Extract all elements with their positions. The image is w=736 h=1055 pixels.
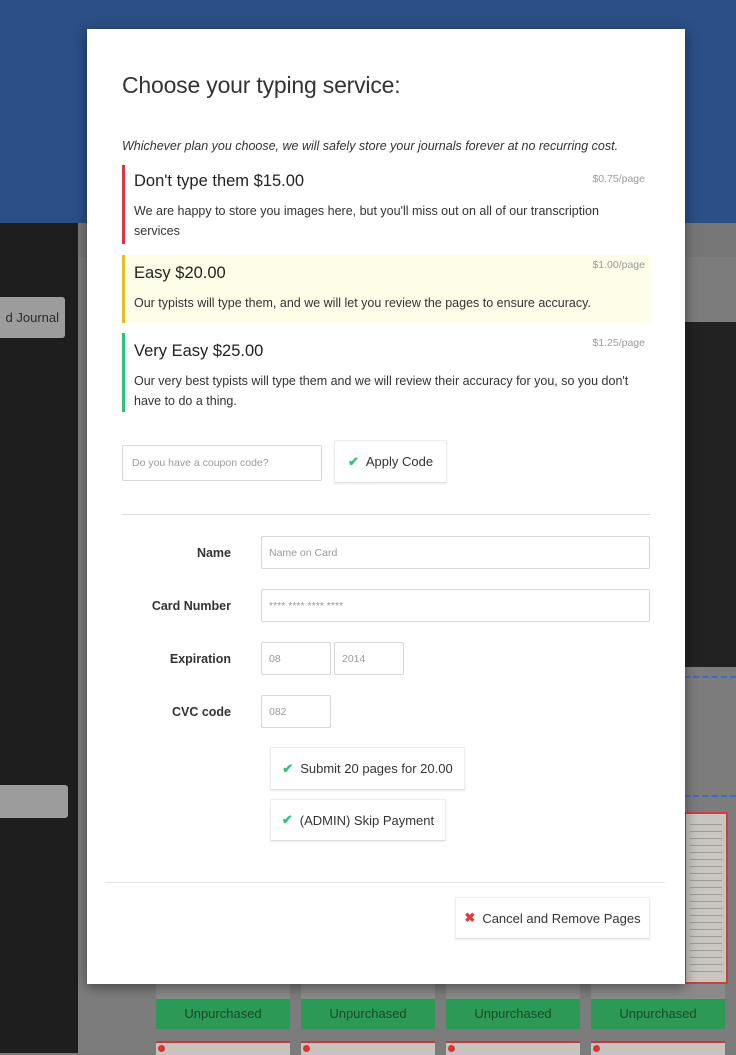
plan-description: Our typists will type them, and we will …	[134, 296, 591, 310]
cvc-label: CVC code	[171, 705, 231, 719]
plan-description: We are happy to store you images here, b…	[134, 204, 599, 238]
typing-service-modal: Choose your typing service: Whichever pl…	[87, 29, 685, 984]
plan-rate: $1.00/page	[592, 259, 645, 271]
expiration-year-field[interactable]	[334, 642, 404, 675]
plan-rate: $1.25/page	[592, 337, 645, 349]
close-icon: ✖	[464, 910, 476, 925]
dropzone-border-top	[684, 676, 736, 678]
plan-name: Very Easy $25.00	[134, 342, 264, 360]
check-icon: ✔	[347, 453, 359, 469]
app-sidebar	[0, 223, 78, 1053]
admin-skip-payment-button[interactable]: ✔ (ADMIN) Skip Payment	[270, 799, 446, 841]
app-side-panel	[684, 322, 736, 667]
name-label: Name	[196, 546, 231, 560]
card-number-field[interactable]	[261, 589, 650, 622]
submit-payment-button[interactable]: ✔ Submit 20 pages for 20.00	[270, 747, 465, 790]
cancel-remove-pages-button[interactable]: ✖ Cancel and Remove Pages	[455, 897, 650, 939]
check-icon: ✔	[281, 812, 293, 827]
apply-code-button[interactable]: ✔ Apply Code	[334, 440, 447, 483]
unpurchased-badge: Unpurchased	[301, 999, 435, 1029]
submit-payment-label: Submit 20 pages for 20.00	[300, 761, 453, 776]
apply-code-label: Apply Code	[365, 454, 434, 469]
card-number-label: Card Number	[151, 599, 231, 613]
modal-title: Choose your typing service:	[122, 72, 401, 98]
name-on-card-field[interactable]	[261, 536, 650, 569]
page-card-top	[301, 984, 435, 999]
expiration-label: Expiration	[169, 652, 231, 666]
dropzone-border-bottom	[684, 795, 736, 797]
page-card-top	[446, 984, 580, 999]
cvc-field[interactable]	[261, 695, 331, 728]
plan-very-easy[interactable]: $1.25/page Very Easy $25.00 Our very bes…	[122, 333, 651, 412]
admin-skip-payment-label: (ADMIN) Skip Payment	[299, 812, 435, 828]
plan-name: Easy $20.00	[134, 264, 226, 282]
page-thumbnail[interactable]	[684, 812, 728, 984]
cancel-remove-pages-label: Cancel and Remove Pages	[482, 910, 641, 926]
handwriting-lines	[690, 824, 722, 972]
unpurchased-badge: Unpurchased	[591, 999, 725, 1029]
expiration-month-field[interactable]	[261, 642, 331, 675]
plan-dont-type[interactable]: $0.75/page Don't type them $15.00 We are…	[122, 165, 651, 244]
page-card-top	[591, 984, 725, 999]
check-icon: ✔	[282, 760, 294, 776]
plan-rate: $0.75/page	[592, 173, 645, 185]
unpurchased-badge: Unpurchased	[446, 999, 580, 1029]
coupon-code-input[interactable]	[122, 445, 322, 481]
plan-description: Our very best typists will type them and…	[134, 374, 629, 408]
journal-button[interactable]: d Journal	[0, 297, 65, 338]
unpurchased-badge: Unpurchased	[156, 999, 290, 1029]
plan-easy[interactable]: $1.00/page Easy $20.00 Our typists will …	[122, 255, 651, 323]
plan-name: Don't type them $15.00	[134, 172, 305, 190]
page-card-top	[156, 984, 290, 999]
sidebar-button[interactable]	[0, 785, 68, 818]
divider	[105, 882, 665, 883]
divider	[122, 514, 651, 515]
intro-text: Whichever plan you choose, we will safel…	[122, 139, 619, 153]
